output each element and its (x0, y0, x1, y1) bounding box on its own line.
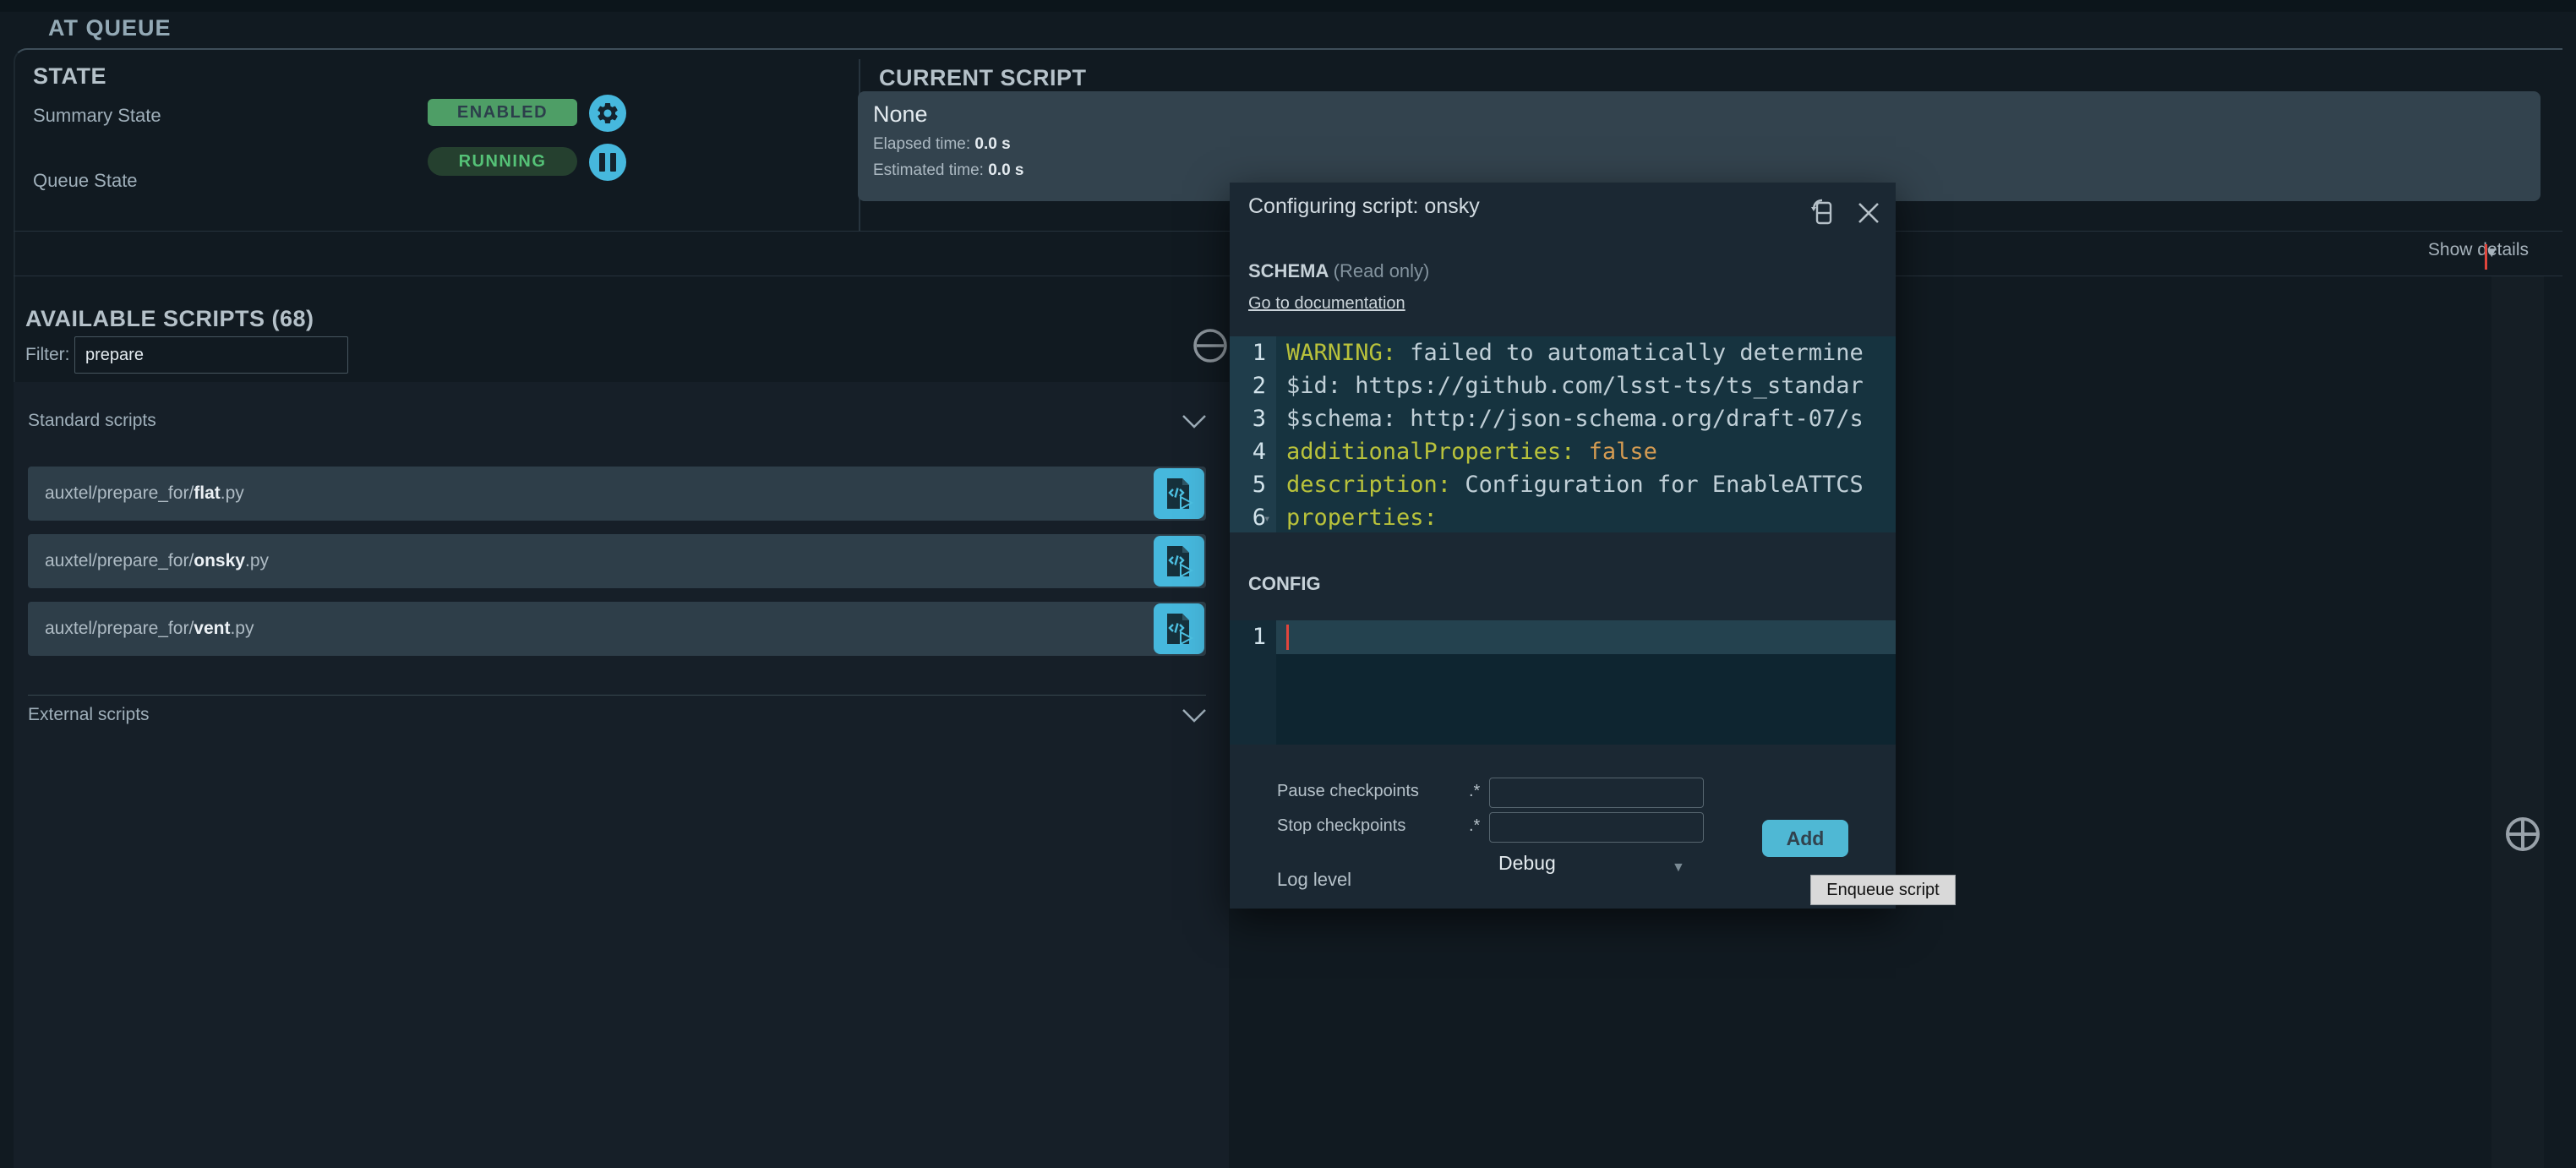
code-text: additionalProperties: false (1286, 435, 1657, 468)
dialog-title: Configuring script: onsky (1248, 194, 1480, 219)
close-dialog-button[interactable] (1855, 199, 1882, 231)
log-level-label: Log level (1277, 869, 1351, 891)
move-target-icon[interactable] (2504, 816, 2541, 857)
elapsed-time-value: 0.0 s (974, 135, 1010, 153)
state-heading: STATE (33, 63, 106, 90)
available-scripts-heading: AVAILABLE SCRIPTS (68) (25, 306, 314, 332)
schema-code-line: 4 additionalProperties: false (1230, 435, 1896, 468)
stop-checkpoints-input[interactable] (1489, 812, 1704, 843)
line-number: 2 (1230, 369, 1276, 402)
script-path: auxtel/prepare_for/vent.py (45, 619, 254, 639)
schema-heading: SCHEMA (Read only) (1248, 260, 1429, 282)
available-scripts-panel: Standard scripts auxtel/prepare_for/flat… (14, 382, 1229, 1168)
stop-checkpoints-label: Stop checkpoints (1277, 816, 1405, 836)
run-script-icon (1162, 475, 1196, 512)
estimated-time-value: 0.0 s (988, 161, 1023, 179)
summary-state-config-button[interactable] (589, 95, 626, 132)
elapsed-time-row: Elapsed time: 0.0 s (873, 135, 2525, 154)
code-text: $schema: http://json-schema.org/draft-07… (1286, 402, 1864, 435)
script-path: auxtel/prepare_for/onsky.py (45, 551, 269, 571)
page-title: AT QUEUE (48, 15, 172, 41)
remove-circle-icon[interactable] (1192, 327, 1229, 368)
code-text: description: Configuration for EnableATT… (1286, 468, 1864, 501)
configure-script-button[interactable] (1154, 603, 1204, 654)
gear-icon (595, 101, 620, 126)
rotate-panel-icon (1804, 219, 1838, 233)
text-caret (1286, 625, 1289, 650)
config-heading: CONFIG (1248, 573, 1321, 595)
close-icon (1855, 216, 1882, 230)
chevron-down-icon: ▼ (2485, 244, 2487, 270)
group-divider (28, 695, 1206, 696)
estimated-time-row: Estimated time: 0.0 s (873, 161, 2525, 180)
schema-code-line: 3 $schema: http://json-schema.org/draft-0… (1230, 402, 1896, 435)
queue-pause-button[interactable] (589, 144, 626, 181)
add-button[interactable]: Add (1762, 820, 1848, 857)
schema-code-line: 1 WARNING: failed to automatically determ… (1230, 336, 1896, 369)
script-row[interactable]: auxtel/prepare_for/onsky.py (28, 534, 1206, 588)
top-strip (0, 0, 2576, 12)
current-script-heading: CURRENT SCRIPT (879, 65, 1087, 91)
configure-script-button[interactable] (1154, 468, 1204, 519)
script-row[interactable]: auxtel/prepare_for/flat.py (28, 467, 1206, 521)
code-text: WARNING: failed to automatically determi… (1286, 336, 1864, 369)
line-number: 5 (1230, 468, 1276, 501)
dropdown-caret-icon[interactable]: ▼ (1672, 860, 1685, 876)
filter-input[interactable] (74, 336, 348, 374)
queue-state-label: Queue State (33, 170, 138, 192)
pause-checkpoints-input[interactable] (1489, 778, 1704, 808)
summary-state-label: Summary State (33, 105, 161, 127)
external-scripts-group[interactable]: External scripts (28, 705, 150, 725)
schema-editor: 1 WARNING: failed to automatically determ… (1230, 336, 1896, 532)
log-level-select[interactable]: Debug (1498, 852, 1556, 875)
show-details-toggle[interactable]: Show details ▼ (2428, 240, 2529, 260)
summary-state-badge: ENABLED (428, 99, 577, 126)
pause-icon (599, 153, 616, 172)
code-text: $id: https://github.com/lsst-ts/ts_stand… (1286, 369, 1864, 402)
line-number: 1 (1230, 336, 1276, 369)
standard-scripts-chevron-icon[interactable] (1182, 414, 1207, 434)
configure-script-button[interactable] (1154, 536, 1204, 587)
pause-checkpoints-label: Pause checkpoints (1277, 782, 1419, 801)
external-scripts-chevron-icon[interactable] (1182, 708, 1207, 728)
filter-label: Filter: (25, 345, 70, 365)
config-editor[interactable]: 1 (1230, 620, 1896, 745)
config-line-number: 1 (1230, 620, 1276, 654)
rotate-panel-button[interactable] (1804, 196, 1838, 234)
documentation-link[interactable]: Go to documentation (1248, 294, 1405, 314)
schema-code-line: 6▾properties: (1230, 501, 1896, 532)
line-number: 4 (1230, 435, 1276, 468)
enqueue-script-tooltip: Enqueue script (1810, 875, 1956, 905)
queue-state-badge: RUNNING (428, 147, 577, 176)
fold-marker-icon[interactable]: ▾ (1263, 503, 1270, 532)
show-details-label: Show details (2428, 240, 2529, 260)
background-band (2491, 276, 2544, 1168)
configure-script-dialog: Configuring script: onsky SCHEMA (Read o… (1230, 183, 1896, 909)
script-path: auxtel/prepare_for/flat.py (45, 483, 244, 504)
schema-code-line: 2 $id: https://github.com/lsst-ts/ts_stan… (1230, 369, 1896, 402)
run-script-icon (1162, 610, 1196, 647)
config-active-line (1276, 620, 1896, 654)
stop-regex-hint: .* (1469, 816, 1480, 836)
pause-regex-hint: .* (1469, 782, 1480, 801)
line-number: 3 (1230, 402, 1276, 435)
schema-code-line: 5 description: Configuration for EnableAT… (1230, 468, 1896, 501)
script-row[interactable]: auxtel/prepare_for/vent.py (28, 602, 1206, 656)
run-script-icon (1162, 543, 1196, 580)
code-text: properties: (1286, 501, 1438, 532)
schema-readonly-note: (Read only) (1334, 260, 1430, 281)
current-script-name: None (873, 101, 2525, 128)
standard-scripts-group[interactable]: Standard scripts (28, 411, 156, 431)
